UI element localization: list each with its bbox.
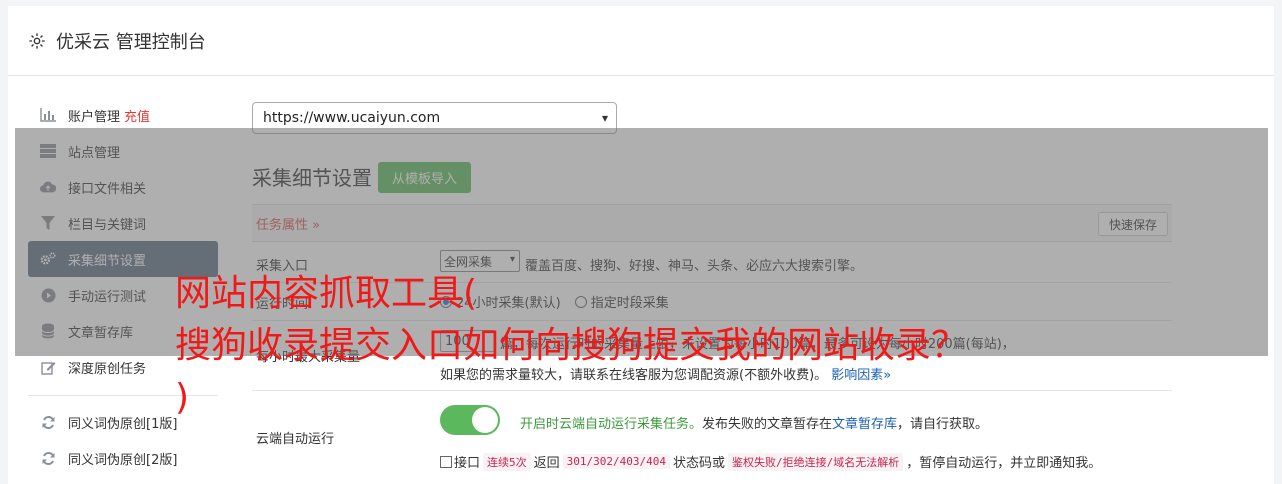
caption-line-2: 搜狗收录提交入口如何向搜狗提交我的网站收录？ (175, 325, 968, 366)
site-select-value: https://www.ucaiyun.com (263, 110, 441, 126)
sidebar-item-label: 手动运行测试 (68, 289, 147, 305)
api-pause-option: 接口 连续5次 返回 301/302/403/404 状态码或 鉴权失败/拒绝连… (440, 452, 1101, 471)
recharge-link[interactable]: 充值 (124, 106, 150, 125)
cloud-auto-label: 云端自动运行 (256, 432, 335, 447)
sidebar-item-api-files[interactable]: 接口文件相关 (28, 169, 218, 205)
code-status: 301/302/403/404 (562, 454, 670, 469)
sidebar-item-label: 接口文件相关 (68, 181, 147, 197)
filter-icon (40, 215, 56, 231)
api-pause-checkbox[interactable] (440, 455, 452, 468)
sidebar-item-label: 同义词伪原创[1版] (68, 416, 178, 432)
api-pause-prefix: 接口 (454, 456, 481, 471)
chevron-down-icon: ▾ (601, 111, 608, 125)
entry-select-value: 全网采集 (444, 254, 493, 269)
quick-save-button[interactable]: 快速保存 (1098, 212, 1168, 236)
gears-icon (40, 251, 56, 267)
section-title: 采集细节设置 (252, 166, 372, 190)
app-header: 优采云 管理控制台 (8, 6, 1274, 76)
sidebar-item-label: 栏目与关键词 (68, 217, 147, 233)
api-pause-mid2: 状态码或 (673, 456, 726, 471)
sidebar-item-label: 深度原创任务 (68, 361, 147, 377)
refresh-icon (40, 414, 56, 430)
api-pause-suffix: ，暂停自动运行，并立即通知我。 (906, 456, 1102, 471)
sidebar-item-label: 文章暂存库 (68, 325, 134, 341)
gear-icon (29, 32, 45, 49)
code-consecutive: 连续5次 (483, 452, 531, 471)
chevron-down-icon: ▾ (509, 254, 515, 265)
server-icon (40, 143, 56, 159)
sidebar-item-label: 同义词伪原创[2版] (68, 452, 178, 468)
sidebar-item-label: 账户管理 (68, 109, 121, 125)
cloud-upload-icon (40, 179, 56, 195)
caption-line-3: ) (175, 377, 190, 418)
sidebar-item-label: 站点管理 (68, 145, 121, 161)
sidebar-item-sites[interactable]: 站点管理 (28, 133, 218, 169)
import-template-button[interactable]: 从模板导入 (378, 162, 471, 193)
play-circle-icon (40, 287, 56, 303)
sidebar-item-account[interactable]: 账户管理 充值 (28, 97, 218, 133)
bar-chart-icon (40, 107, 56, 123)
sidebar-item-label: 采集细节设置 (68, 253, 147, 269)
code-errors: 鉴权失败/拒绝连接/域名无法解析 (728, 452, 904, 471)
tab-task-attributes[interactable]: 任务属性 » (256, 214, 320, 233)
sidebar-item-columns-keywords[interactable]: 栏目与关键词 (28, 205, 218, 241)
app-title: 优采云 管理控制台 (56, 31, 206, 53)
refresh-icon (40, 450, 56, 466)
caption-line-1: 网站内容抓取工具( (175, 273, 478, 314)
sidebar-item-synonym-v2[interactable]: 同义词伪原创[2版] (28, 440, 218, 476)
edit-icon (40, 359, 56, 375)
overlay-caption: 网站内容抓取工具( 搜狗收录提交入口如何向搜狗提交我的网站收录？ ) (175, 268, 967, 424)
site-select[interactable]: https://www.ucaiyun.com ▾ (252, 102, 617, 134)
database-icon (40, 323, 56, 339)
api-pause-mid1: 返回 (533, 456, 560, 471)
settings-tab-bar: 任务属性 » 快速保存 (252, 204, 1172, 242)
